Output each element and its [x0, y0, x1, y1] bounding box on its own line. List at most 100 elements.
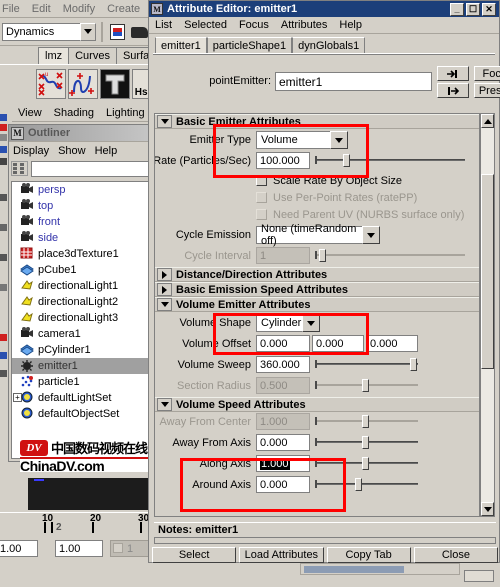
list-item[interactable]: side	[12, 230, 156, 246]
shelf-tab-curves[interactable]: Curves	[68, 47, 117, 64]
list-item[interactable]: persp	[12, 182, 156, 198]
ae-menu-attributes[interactable]: Attributes	[281, 19, 327, 31]
load-attributes-icon-button[interactable]	[437, 66, 469, 81]
around-axis-slider[interactable]	[315, 478, 418, 491]
minimize-icon[interactable]: _	[450, 2, 464, 16]
tab-dynGlobals1[interactable]: dynGlobals1	[292, 37, 366, 53]
section-basic-emitter-attributes[interactable]: Basic Emitter Attributes	[155, 114, 479, 129]
menu-create[interactable]: Create	[107, 3, 140, 15]
outliner-menu-show[interactable]: Show	[58, 145, 86, 157]
menu-set-dropdown[interactable]: Dynamics	[2, 22, 96, 41]
viewport-menu-shading[interactable]: Shading	[54, 107, 94, 119]
start-time-field[interactable]: 1.00	[0, 540, 38, 557]
select-button[interactable]: Select	[152, 547, 237, 563]
text-tool-icon[interactable]	[100, 68, 130, 99]
list-item[interactable]: directionalLight1	[12, 278, 156, 294]
wave-curve-icon[interactable]	[68, 68, 98, 99]
list-item[interactable]: defaultObjectSet	[12, 406, 156, 422]
list-item-emitter1[interactable]: emitter1	[12, 358, 156, 374]
load-attributes-button[interactable]: Load Attributes	[239, 547, 324, 563]
list-item[interactable]: particle1	[12, 374, 156, 390]
volume-offset-z-input[interactable]: 0.000	[366, 335, 418, 352]
collapse-arrow-icon[interactable]	[157, 115, 172, 128]
time-ruler[interactable]: 10 20 30 2	[0, 512, 160, 538]
cycle-emission-dropdown[interactable]: None (timeRandom off)	[256, 223, 380, 247]
section-distance-direction-attributes[interactable]: Distance/Direction Attributes	[155, 267, 479, 282]
ae-menu-focus[interactable]: Focus	[239, 19, 269, 31]
section-basic-emission-speed-attributes[interactable]: Basic Emission Speed Attributes	[155, 282, 479, 297]
list-item[interactable]: pCube1	[12, 262, 156, 278]
rate-input[interactable]: 100.000	[256, 152, 310, 169]
expand-arrow-icon[interactable]	[157, 283, 172, 296]
viewport-menu-view[interactable]: View	[18, 107, 42, 119]
chevron-down-icon[interactable]	[80, 22, 96, 41]
collapse-arrow-icon[interactable]	[157, 398, 172, 411]
tab-particleShape1[interactable]: particleShape1	[206, 37, 293, 53]
chevron-down-icon[interactable]	[330, 131, 348, 149]
right-strip-box[interactable]	[464, 570, 494, 582]
expand-arrow-icon[interactable]	[157, 268, 172, 281]
hierarchy-icon[interactable]	[11, 161, 28, 176]
along-axis-slider[interactable]	[315, 457, 418, 470]
maximize-icon[interactable]: ☐	[466, 2, 480, 16]
menu-file[interactable]: File	[2, 3, 20, 15]
scroll-up-icon[interactable]	[481, 114, 494, 128]
menu-modify[interactable]: Modify	[63, 3, 95, 15]
new-scene-icon[interactable]	[108, 22, 128, 42]
volume-sweep-input[interactable]: 360.000	[256, 356, 310, 373]
timeline-track[interactable]	[28, 478, 160, 510]
section-volume-speed-attributes[interactable]: Volume Speed Attributes	[155, 397, 479, 412]
ae-menu-help[interactable]: Help	[339, 19, 362, 31]
list-item[interactable]: pCylinder1	[12, 342, 156, 358]
ae-menu-selected[interactable]: Selected	[184, 19, 227, 31]
close-icon[interactable]: ✕	[482, 2, 496, 16]
outliner-search-input[interactable]	[31, 160, 157, 177]
scrollbar-thumb[interactable]	[481, 174, 494, 369]
end-time-field[interactable]: 1.00	[55, 540, 103, 557]
scatter-curve-icon[interactable]: u	[36, 68, 66, 99]
volume-offset-y-input[interactable]: 0.000	[312, 335, 364, 352]
section-volume-emitter-attributes[interactable]: Volume Emitter Attributes	[155, 297, 479, 312]
tab-emitter1[interactable]: emitter1	[155, 37, 207, 53]
attribute-scrollbar[interactable]	[480, 113, 495, 517]
menu-edit[interactable]: Edit	[32, 3, 51, 15]
viewport-menu-lighting[interactable]: Lighting	[106, 107, 145, 119]
presets-button[interactable]: Presets	[474, 83, 500, 98]
rate-slider[interactable]	[315, 154, 465, 167]
list-item[interactable]: directionalLight2	[12, 294, 156, 310]
volume-sweep-slider[interactable]	[315, 358, 418, 371]
away-from-axis-slider[interactable]	[315, 436, 418, 449]
copy-tab-icon-button[interactable]	[437, 83, 469, 98]
away-from-axis-input[interactable]: 0.000	[256, 434, 310, 451]
outliner-menu-display[interactable]: Display	[13, 145, 49, 157]
toggle-icon[interactable]	[113, 543, 123, 553]
row-scale-rate[interactable]: Scale Rate By Object Size	[155, 172, 479, 189]
scale-rate-checkbox[interactable]	[256, 175, 267, 186]
node-name-input[interactable]: emitter1	[275, 72, 432, 91]
list-item[interactable]: place3dTexture1	[12, 246, 156, 262]
scroll-down-icon[interactable]	[481, 502, 494, 516]
focus-button[interactable]: Focus	[474, 66, 500, 81]
close-button[interactable]: Close	[413, 547, 498, 563]
list-item[interactable]: directionalLight3	[12, 310, 156, 326]
list-item[interactable]: camera1	[12, 326, 156, 342]
along-axis-input[interactable]: 1.000	[256, 455, 310, 472]
copy-tab-button[interactable]: Copy Tab	[326, 547, 411, 563]
around-axis-input[interactable]: 0.000	[256, 476, 310, 493]
attribute-sections-scroll[interactable]: Basic Emitter Attributes Emitter Type Vo…	[154, 113, 480, 517]
attribute-editor-titlebar[interactable]: M Attribute Editor: emitter1 _ ☐ ✕	[149, 1, 499, 17]
chevron-down-icon[interactable]	[302, 314, 320, 332]
collapse-arrow-icon[interactable]	[157, 298, 172, 311]
list-item[interactable]: + defaultLightSet	[12, 390, 156, 406]
list-item[interactable]: top	[12, 198, 156, 214]
ae-menu-list[interactable]: List	[155, 19, 172, 31]
outliner-menu-help[interactable]: Help	[95, 145, 118, 157]
volume-offset-x-input[interactable]: 0.000	[256, 335, 310, 352]
notes-input[interactable]	[154, 537, 496, 544]
shelf-tab-lmz[interactable]: lmz	[38, 47, 70, 64]
emitter-type-dropdown[interactable]: Volume	[256, 131, 348, 149]
open-scene-icon[interactable]	[130, 22, 150, 42]
list-item[interactable]: front	[12, 214, 156, 230]
chevron-down-icon[interactable]	[362, 226, 380, 244]
outliner-list[interactable]: persp top front side place3dTexture1 pCu…	[11, 181, 157, 459]
